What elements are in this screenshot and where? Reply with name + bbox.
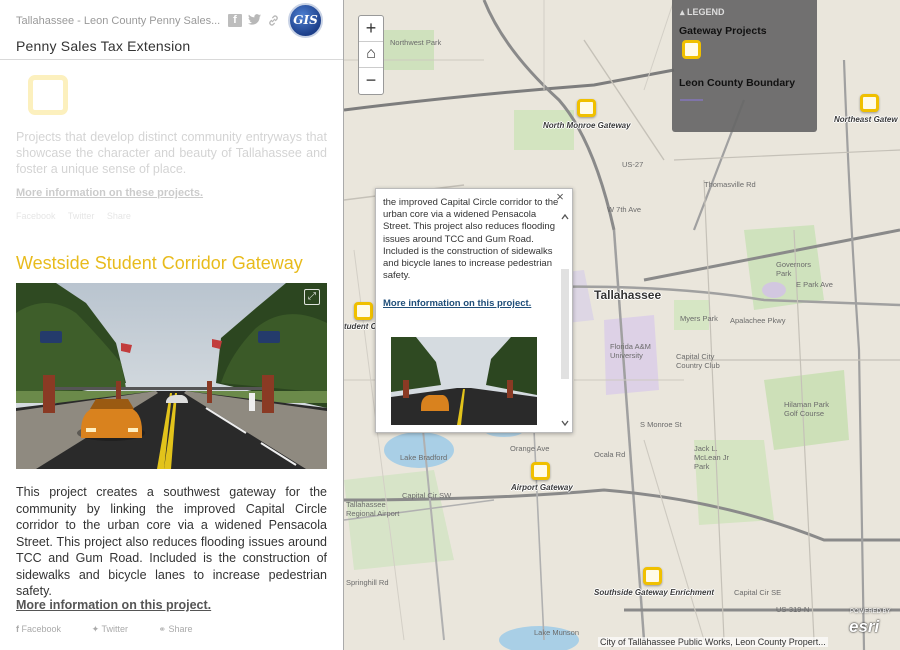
share-link[interactable]: ⚭ Share: [158, 624, 206, 634]
previous-share-twitter[interactable]: Twitter: [68, 211, 95, 221]
place-label: Hilaman Park Golf Course: [784, 400, 829, 418]
marker-label: Airport Gateway: [511, 483, 573, 492]
marker-label: North Monroe Gateway: [543, 121, 631, 130]
zoom-out-button[interactable]: −: [359, 68, 383, 94]
previous-entry-description: Projects that develop distinct community…: [16, 129, 327, 177]
legend-heading-text: LEGEND: [687, 7, 725, 17]
place-label: Tallahassee Regional Airport: [346, 500, 406, 518]
zoom-controls: + ⌂ −: [358, 15, 384, 95]
place-label: Florida A&M University: [610, 342, 660, 360]
place-label: Lake Munson: [534, 628, 579, 637]
place-label: Jack L. McLean Jr Park: [694, 444, 744, 471]
share-twitter-label: Twitter: [101, 624, 128, 634]
gateway-marker[interactable]: [354, 302, 373, 320]
road-label: Thomasville Rd: [704, 180, 756, 189]
gateway-marker[interactable]: [531, 462, 550, 480]
share-bar: f Facebook ✦ Twitter ⚭ Share: [16, 624, 221, 635]
place-label: Governors Park: [776, 260, 821, 278]
link-icon[interactable]: [266, 14, 280, 27]
project-description: This project creates a southwest gateway…: [16, 484, 327, 600]
panel-header: Tallahassee - Leon County Penny Sales...…: [0, 0, 343, 60]
marker-label: Northeast Gatew: [834, 115, 898, 124]
place-label: Lake Bradford: [400, 453, 447, 462]
road-label: Ocala Rd: [594, 450, 625, 459]
legend-layer-label: Leon County Boundary: [679, 77, 795, 89]
popup-photo[interactable]: [391, 337, 537, 425]
previous-share-share[interactable]: Share: [107, 211, 131, 221]
road-label: Springhill Rd: [346, 578, 389, 587]
popup-description: the improved Capital Circle corridor to …: [383, 197, 561, 282]
road-label: Orange Ave: [510, 444, 549, 453]
popup-scrollbar[interactable]: [560, 209, 570, 431]
zoom-in-button[interactable]: +: [359, 16, 383, 42]
share-link-label: Share: [169, 624, 193, 634]
map-popup: × the improved Capital Circle corridor t…: [375, 188, 573, 433]
road-label: US-27: [622, 160, 643, 169]
legend-panel: ▴ LEGEND Gateway Projects Leon County Bo…: [672, 0, 817, 132]
gis-logo: GIS: [288, 3, 323, 38]
map-attribution: City of Tallahassee Public Works, Leon C…: [598, 637, 828, 647]
project-photo[interactable]: ⤢: [16, 283, 327, 469]
road-label: W 7th Ave: [607, 205, 641, 214]
legend-heading[interactable]: ▴ LEGEND: [680, 7, 725, 18]
road-label: Capital Cir SE: [734, 588, 781, 597]
legend-layer-label: Gateway Projects: [679, 25, 767, 37]
previous-entry-share: Facebook Twitter Share: [16, 211, 327, 221]
share-facebook-label: Facebook: [22, 624, 62, 634]
esri-logo: esri: [849, 617, 879, 637]
gateway-marker[interactable]: [643, 567, 662, 585]
boundary-line-icon: [680, 99, 703, 101]
road-label: Capital Cir SW: [402, 491, 451, 500]
side-panel: Tallahassee - Leon County Penny Sales...…: [0, 0, 343, 650]
facebook-icon[interactable]: f: [228, 14, 242, 27]
app-subtitle: Tallahassee - Leon County Penny Sales...: [16, 15, 220, 27]
gis-logo-text: GIS: [290, 13, 321, 27]
previous-entry-link[interactable]: More information on these projects.: [16, 187, 327, 199]
road-label: Apalachee Pkwy: [730, 316, 785, 325]
road-label: S Monroe St: [640, 420, 682, 429]
place-label: Myers Park: [680, 314, 718, 323]
powered-by-label: POWERED BY: [850, 609, 891, 615]
place-label: Northwest Park: [390, 38, 441, 47]
project-title: Westside Student Corridor Gateway: [16, 253, 303, 274]
share-facebook[interactable]: f Facebook: [16, 624, 75, 634]
previous-entry: Projects that develop distinct community…: [16, 75, 327, 221]
previous-share-facebook[interactable]: Facebook: [16, 211, 56, 221]
gateway-projects-icon: [28, 75, 68, 115]
page-title: Penny Sales Tax Extension: [16, 38, 190, 54]
share-twitter[interactable]: ✦ Twitter: [92, 624, 142, 634]
marker-label: Southside Gateway Enrichment: [594, 588, 714, 597]
popup-link[interactable]: More information on this project.: [383, 298, 531, 309]
place-label: E Park Ave: [796, 280, 833, 289]
gateway-marker[interactable]: [860, 94, 879, 112]
gateway-symbol-icon: [682, 40, 701, 59]
gateway-marker[interactable]: [577, 99, 596, 117]
expand-icon[interactable]: ⤢: [304, 289, 320, 305]
home-button[interactable]: ⌂: [359, 42, 383, 68]
twitter-icon[interactable]: [247, 14, 261, 27]
place-label: Capital City Country Club: [676, 352, 726, 370]
project-link[interactable]: More information on this project.: [16, 598, 211, 612]
city-label: Tallahassee: [594, 288, 661, 302]
road-label: US-319-N: [776, 605, 809, 614]
